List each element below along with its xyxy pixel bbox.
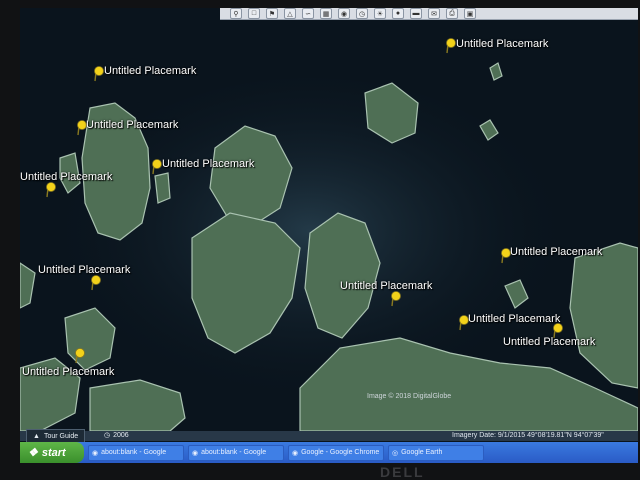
placemark-label[interactable]: Untitled Placemark [468, 313, 560, 325]
taskbar-item-label: about:blank - Google [201, 449, 267, 456]
path-icon[interactable]: ∽ [302, 8, 314, 19]
clock-icon: ◷ [104, 432, 111, 439]
screen: ⚲ □ ⚑ △ ∽ ▦ ◉ ◷ ☀ ● ▬ ✉ ⎙ ▣ Untitled Pla… [20, 8, 638, 463]
zoom-icon[interactable]: ⚲ [230, 8, 242, 19]
taskbar-item-chrome-2[interactable]: ◉ about:blank - Google [188, 444, 284, 461]
taskbar-item-chrome-1[interactable]: ◉ about:blank - Google [88, 444, 184, 461]
placemark-pin-icon[interactable] [45, 182, 57, 198]
taskbar-item-chrome-3[interactable]: ◉ Google - Google Chrome [288, 444, 384, 461]
start-label: start [41, 446, 66, 459]
placemark-label[interactable]: Untitled Placemark [104, 65, 196, 77]
chrome-icon: ◉ [292, 449, 299, 457]
year-label: 2006 [113, 431, 129, 439]
chevron-up-icon: ▲ [33, 432, 40, 440]
browser-icon: ◉ [92, 449, 99, 457]
taskbar-item-label: about:blank - Google [101, 449, 167, 456]
taskbar-item-label: Google Earth [401, 449, 443, 456]
placemark-pin-icon[interactable] [74, 348, 86, 364]
polygon-icon[interactable]: △ [284, 8, 296, 19]
placemark-label[interactable]: Untitled Placemark [456, 38, 548, 50]
tour-guide-button[interactable]: ▲ Tour Guide [26, 429, 86, 443]
placemark-label[interactable]: Untitled Placemark [38, 264, 130, 276]
tour-icon[interactable]: ◉ [338, 8, 350, 19]
placemark-label[interactable]: Untitled Placemark [22, 366, 114, 378]
planets-icon[interactable]: ● [392, 8, 404, 19]
placemark-label[interactable]: Untitled Placemark [503, 336, 595, 348]
print-icon[interactable]: ⎙ [446, 8, 458, 19]
imagery-date-coordinates: Imagery Date: 9/1/2015 49°08'19.81"N 94°… [452, 432, 604, 439]
sun-icon[interactable]: ☀ [374, 8, 386, 19]
windows-taskbar: ❖ start ◉ about:blank - Google ◉ about:b… [20, 442, 638, 463]
monitor-brand-logo: DELL [380, 464, 425, 480]
globe-icon: ◎ [392, 449, 399, 457]
placemark-label[interactable]: Untitled Placemark [86, 119, 178, 131]
email-icon[interactable]: ✉ [428, 8, 440, 19]
sidebar-icon[interactable]: □ [248, 8, 260, 19]
view-in-maps-icon[interactable]: ▣ [464, 8, 476, 19]
placemark-icon[interactable]: ⚑ [266, 8, 278, 19]
taskbar-item-label: Google - Google Chrome [301, 449, 380, 456]
placemark-label[interactable]: Untitled Placemark [340, 280, 432, 292]
start-button[interactable]: ❖ start [20, 442, 84, 463]
placemark-label[interactable]: Untitled Placemark [20, 171, 112, 183]
browser-icon: ◉ [192, 449, 199, 457]
windows-logo-icon: ❖ [28, 447, 38, 459]
toolbar: ⚲ □ ⚑ △ ∽ ▦ ◉ ◷ ☀ ● ▬ ✉ ⎙ ▣ [220, 8, 638, 20]
historical-imagery-year[interactable]: ◷ 2006 [104, 430, 129, 440]
placemark-label[interactable]: Untitled Placemark [162, 158, 254, 170]
placemark-label[interactable]: Untitled Placemark [510, 246, 602, 258]
placemark-pin-icon[interactable] [390, 291, 402, 307]
tour-guide-label: Tour Guide [43, 432, 79, 440]
history-icon[interactable]: ◷ [356, 8, 368, 19]
imagery-copyright: Image © 2018 DigitalGlobe [367, 393, 452, 400]
ruler-icon[interactable]: ▬ [410, 8, 422, 19]
placemark-pin-icon[interactable] [90, 275, 102, 291]
overlay-icon[interactable]: ▦ [320, 8, 332, 19]
taskbar-item-google-earth[interactable]: ◎ Google Earth [388, 444, 484, 461]
